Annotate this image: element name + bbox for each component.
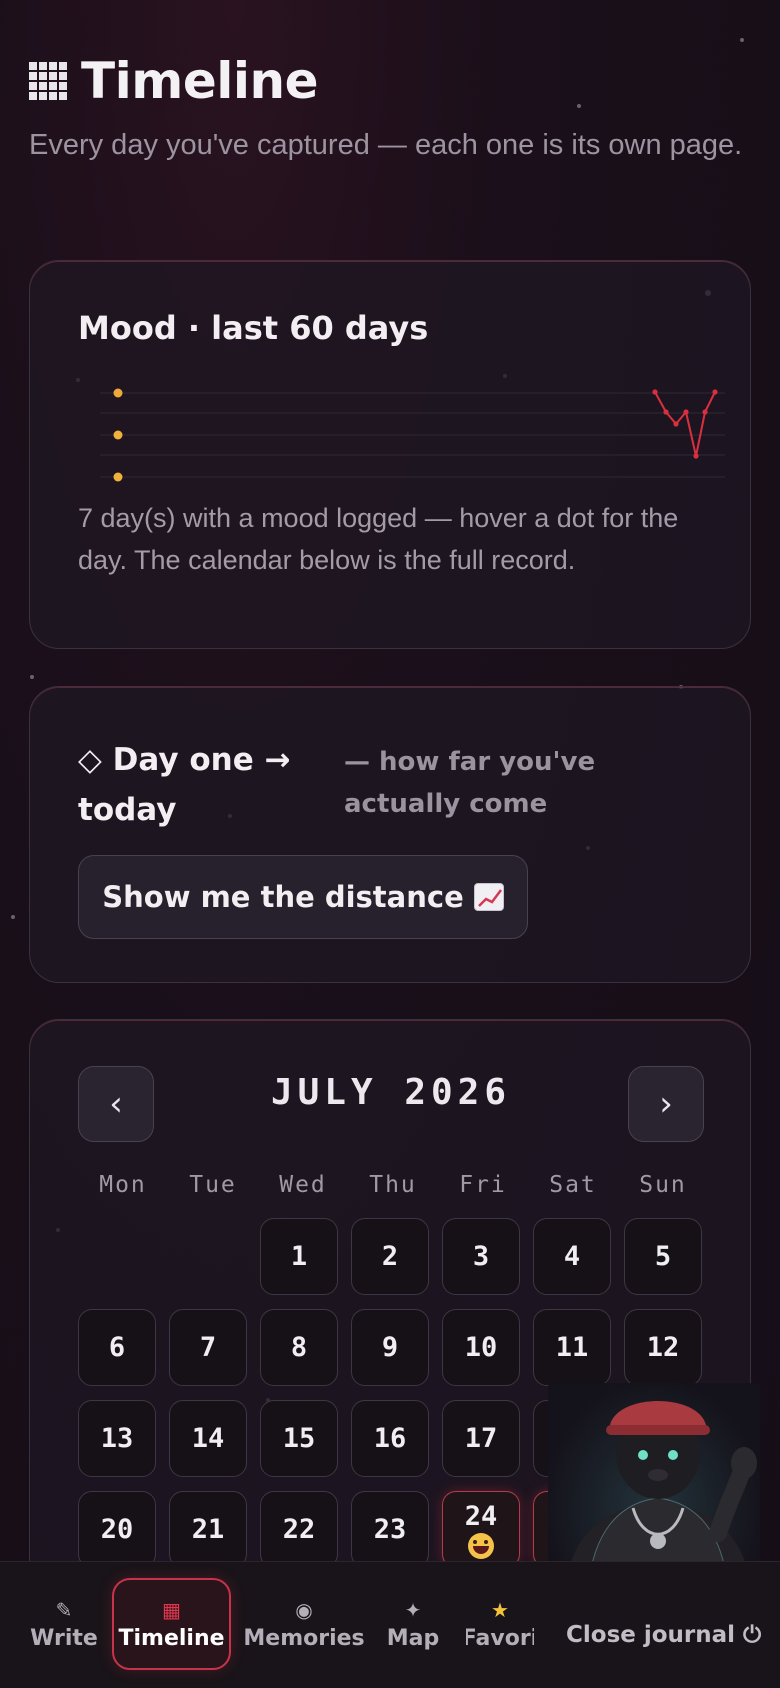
day-cell[interactable]: 10 [442, 1309, 520, 1386]
calendar-grid-icon: ▦ [162, 1597, 181, 1622]
star-icon: ★ [491, 1597, 509, 1622]
day-cell-logged[interactable]: 24 [442, 1491, 520, 1568]
mascot-panther-image [548, 1383, 760, 1590]
page-title: Timeline [29, 52, 749, 110]
mood-chart [100, 388, 725, 482]
mood-point [693, 453, 699, 459]
day-cell[interactable]: 4 [533, 1218, 611, 1295]
page-subtitle: Every day you've captured — each one is … [29, 129, 743, 161]
day-cell[interactable]: 13 [78, 1400, 156, 1477]
day-cell[interactable]: 12 [624, 1309, 702, 1386]
mood-high-icon [113, 388, 123, 398]
background-star [30, 675, 34, 679]
day-cell[interactable]: 9 [351, 1309, 429, 1386]
distance-card: ◇ Day one → today — how far you've actua… [29, 686, 751, 983]
weekday-label: Thu [369, 1172, 417, 1198]
tab-label: Timeline [118, 1625, 225, 1651]
mood-point [702, 409, 708, 415]
mood-series-line [654, 391, 716, 457]
tab-label: Write [30, 1625, 98, 1651]
weekday-label: Sat [549, 1172, 597, 1198]
day-cell[interactable]: 21 [169, 1491, 247, 1568]
sparkle-icon: ✦ [404, 1597, 422, 1622]
chart-increasing-icon [473, 883, 504, 911]
tab-map[interactable]: ✦ Map [382, 1578, 444, 1670]
weekday-label: Wed [279, 1172, 327, 1198]
mood-point [652, 389, 658, 395]
day-cell[interactable]: 11 [533, 1309, 611, 1386]
tab-favorites[interactable]: ★ Favori [466, 1578, 534, 1670]
mood-point [683, 409, 689, 415]
tab-timeline[interactable]: ▦ Timeline [112, 1578, 231, 1670]
mood-note: 7 day(s) with a mood logged — hover a do… [78, 503, 679, 575]
mood-point [712, 389, 718, 395]
empty-day-cell [78, 1218, 156, 1295]
mood-axis-icons [113, 388, 123, 482]
tab-label: Map [386, 1625, 440, 1651]
day-cell[interactable]: 17 [442, 1400, 520, 1477]
day-cell[interactable]: 5 [624, 1218, 702, 1295]
page-header: Timeline Every day you've captured — eac… [29, 52, 749, 168]
day-cell[interactable]: 23 [351, 1491, 429, 1568]
weekday-label: Tue [189, 1172, 237, 1198]
tab-write[interactable]: ✎ Write [26, 1578, 102, 1670]
distance-title: ◇ Day one → today [78, 742, 291, 828]
show-distance-label: Show me the distance [102, 880, 464, 914]
weekday-label: Mon [99, 1172, 147, 1198]
circle-icon: ◉ [295, 1597, 313, 1622]
mood-low-icon [113, 472, 123, 482]
calendar-grid-icon [29, 62, 67, 100]
day-cell[interactable]: 20 [78, 1491, 156, 1568]
day-cell[interactable]: 14 [169, 1400, 247, 1477]
day-cell[interactable]: 1 [260, 1218, 338, 1295]
background-star [11, 915, 15, 919]
background-star [740, 38, 744, 42]
empty-day-cell [169, 1218, 247, 1295]
weekday-label: Sun [639, 1172, 687, 1198]
next-month-button[interactable]: › [628, 1066, 704, 1142]
mood-point [673, 421, 679, 427]
weekday-header: Mon Tue Wed Thu Fri Sat Sun [78, 1172, 708, 1198]
day-cell[interactable]: 7 [169, 1309, 247, 1386]
day-cell[interactable]: 2 [351, 1218, 429, 1295]
distance-subtitle: — how far you've actually come [344, 747, 596, 819]
close-journal-button[interactable]: Close journal ⏻ [566, 1622, 761, 1648]
tab-memories[interactable]: ◉ Memories [243, 1578, 365, 1670]
pencil-icon: ✎ [55, 1597, 73, 1622]
mood-card: Mood · last 60 days 7 day(s) with a mood… [29, 260, 751, 649]
mood-point [663, 409, 669, 415]
day-cell[interactable]: 3 [442, 1218, 520, 1295]
mood-card-title: Mood · last 60 days [78, 309, 429, 347]
mood-mid-icon [113, 430, 123, 440]
bottom-nav: ✎ Write ▦ Timeline ◉ Memories ✦ Map ★ Fa… [0, 1561, 780, 1688]
tab-label: Favori [466, 1625, 534, 1651]
day-cell[interactable]: 22 [260, 1491, 338, 1568]
grinning-face-icon [468, 1532, 494, 1559]
weekday-label: Fri [459, 1172, 507, 1198]
day-cell[interactable]: 6 [78, 1309, 156, 1386]
day-cell[interactable]: 16 [351, 1400, 429, 1477]
day-cell[interactable]: 8 [260, 1309, 338, 1386]
page-title-text: Timeline [81, 52, 319, 110]
day-number: 24 [464, 1500, 498, 1532]
tab-label: Memories [243, 1625, 365, 1651]
day-cell[interactable]: 15 [260, 1400, 338, 1477]
show-distance-button[interactable]: Show me the distance [78, 855, 528, 939]
